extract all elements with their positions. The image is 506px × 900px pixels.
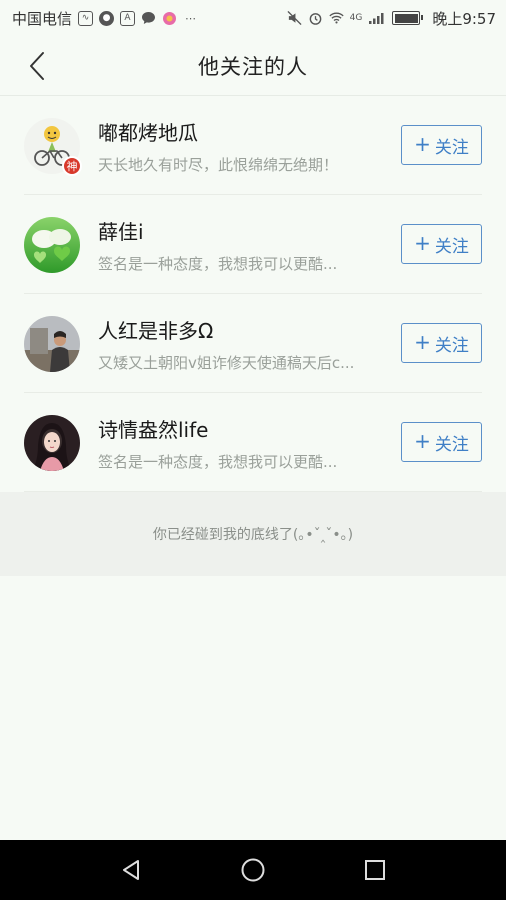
signal-icon <box>368 11 386 26</box>
user-info: 诗情盎然life 签名是一种态度，我想我可以更酷... <box>98 414 383 472</box>
follow-button-label: 关注 <box>434 236 469 257</box>
list-item[interactable]: 薛佳i 签名是一种态度，我想我可以更酷... + 关注 <box>0 195 506 294</box>
follow-button-label: 关注 <box>434 137 469 158</box>
user-signature: 天长地久有时尽，此恨绵绵无绝期！ <box>98 155 339 174</box>
woman-portrait-avatar-icon <box>24 414 80 471</box>
nav-recents-button[interactable] <box>360 855 390 885</box>
message-icon <box>141 11 156 26</box>
list-item[interactable]: 人红是非多Ω 又矮又土朝阳v姐诈修天使通稿天后c... + 关注 <box>0 294 506 393</box>
app-notification-icon: ● <box>99 10 115 26</box>
follow-button[interactable]: + 关注 <box>401 422 482 462</box>
avatar[interactable] <box>24 216 80 273</box>
header-bar: 他关注的人 <box>0 36 506 96</box>
avatar[interactable] <box>24 315 80 372</box>
list-item[interactable]: 诗情盎然life 签名是一种态度，我想我可以更酷... + 关注 <box>0 393 506 492</box>
green-hearts-avatar-icon <box>24 216 80 273</box>
triangle-back-icon <box>123 860 139 880</box>
chevron-left-icon <box>30 52 44 80</box>
square-recents-icon <box>365 860 385 880</box>
end-of-list-notice: 你已经碰到我的底线了(｡•ˇ‸ˇ•｡) <box>0 492 506 576</box>
status-time: 晚上9:57 <box>432 9 496 28</box>
carrier-label: 中国电信 <box>12 9 73 28</box>
system-nav-bar <box>0 840 506 900</box>
user-name: 薛佳i <box>98 219 144 244</box>
nav-back-button[interactable] <box>116 855 146 885</box>
circle-home-icon <box>241 858 265 882</box>
user-name: 人红是非多Ω <box>98 318 214 343</box>
follow-button[interactable]: + 关注 <box>401 323 482 363</box>
follow-button[interactable]: + 关注 <box>401 224 482 264</box>
avatar[interactable] <box>24 414 80 471</box>
user-name: 诗情盎然life <box>98 417 209 442</box>
wifi-icon <box>328 11 344 26</box>
avatar[interactable]: 神 <box>24 117 82 176</box>
list-item[interactable]: 神 嘟都烤地瓜 天长地久有时尽，此恨绵绵无绝期！ + 关注 <box>0 96 506 195</box>
person-photo-avatar-icon <box>24 315 80 372</box>
god-badge: 神 <box>62 155 82 176</box>
follow-button[interactable]: + 关注 <box>401 125 482 165</box>
follow-button-label: 关注 <box>434 335 469 356</box>
user-info: 薛佳i 签名是一种态度，我想我可以更酷... <box>98 216 383 274</box>
page-title: 他关注的人 <box>198 54 308 79</box>
plus-icon: + <box>414 330 431 354</box>
activity-icon: ∿ <box>78 10 94 26</box>
user-signature: 签名是一种态度，我想我可以更酷... <box>98 452 338 471</box>
network-type-label: 4G <box>349 13 363 23</box>
follow-list: 神 嘟都烤地瓜 天长地久有时尽，此恨绵绵无绝期！ + 关注 薛佳i 签名是一种态… <box>0 96 506 492</box>
user-signature: 签名是一种态度，我想我可以更酷... <box>98 254 338 273</box>
alarm-icon <box>308 11 323 26</box>
plus-icon: + <box>414 231 431 255</box>
follow-button-label: 关注 <box>434 434 469 455</box>
battery-icon <box>392 11 424 25</box>
status-right: 4G 晚上9:57 <box>287 8 496 29</box>
user-info: 人红是非多Ω 又矮又土朝阳v姐诈修天使通稿天后c... <box>98 315 383 373</box>
more-notifications-icon: ⋯ <box>185 11 197 25</box>
plus-icon: + <box>414 429 431 453</box>
user-signature: 又矮又土朝阳v姐诈修天使通稿天后c... <box>98 353 355 372</box>
user-info: 嘟都烤地瓜 天长地久有时尽，此恨绵绵无绝期！ <box>98 117 383 175</box>
status-bar: 中国电信 ∿ ● A ⋯ 4G 晚上9:57 <box>0 0 506 36</box>
plus-icon: + <box>414 132 431 156</box>
nav-home-button[interactable] <box>238 855 268 885</box>
status-left: 中国电信 ∿ ● A ⋯ <box>12 8 198 29</box>
colorful-app-icon <box>162 11 177 26</box>
user-name: 嘟都烤地瓜 <box>98 120 198 145</box>
a-notification-icon: A <box>120 10 136 26</box>
end-of-list-text: 你已经碰到我的底线了(｡•ˇ‸ˇ•｡) <box>152 527 354 543</box>
back-button[interactable] <box>22 50 52 82</box>
mute-icon <box>287 10 302 26</box>
